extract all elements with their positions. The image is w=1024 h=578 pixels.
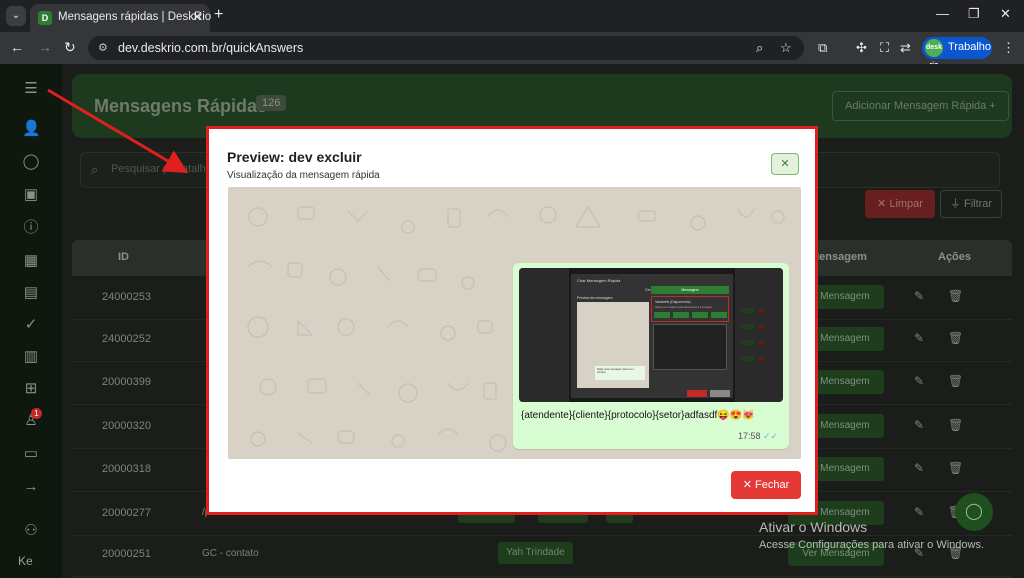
reload-icon[interactable]: ↻ [64,39,76,56]
user-initials[interactable]: Ke [18,554,33,568]
modal-title: Preview: dev excluir [227,149,362,165]
extensions-icon[interactable]: ⧉ [818,40,827,56]
edit-icon[interactable]: ✎ [914,505,924,519]
extension-puzzle-icon[interactable]: ✣ [856,40,867,56]
page-title: Mensagens Rápidas [94,96,268,116]
profile-name: Trabalho [948,41,992,53]
bookmark-star-icon[interactable]: ☆ [780,40,792,56]
edit-icon[interactable]: ✎ [914,461,924,475]
team-icon[interactable]: ⚇ [22,522,40,540]
tab-search-icon[interactable]: ⌄ [6,6,26,26]
col-id: ID [118,251,129,263]
row-id: 20000251 [102,548,151,560]
delete-icon[interactable]: 🗑 [948,374,963,388]
edit-icon[interactable]: ✎ [914,374,924,388]
read-ticks-icon: ✓✓ [763,431,779,441]
col-message: Mensagem [810,251,867,263]
user-icon[interactable]: 👤 [22,120,41,138]
message-time-value: 17:58 [738,431,761,441]
calendar-icon[interactable]: ▥ [22,348,40,366]
modal-close-icon[interactable]: ✕ [771,153,799,175]
embedded-background-table [519,268,783,402]
restore-icon[interactable]: ❐ [968,6,980,22]
edit-icon[interactable]: ✎ [914,289,924,303]
row-tag-chip[interactable]: Yah Trindade [498,542,573,564]
browser-tab[interactable]: D Mensagens rápidas | DeskRio ✕ [30,4,212,32]
address-bar[interactable]: ⚙ dev.deskrio.com.br/quickAnswers ⌕ ☆ [88,36,804,60]
add-quick-message-button[interactable]: Adicionar Mensagem Rápida + [832,91,1009,121]
kanban-icon[interactable]: ▤ [22,284,40,302]
browser-tab-strip: ⌄ D Mensagens rápidas | DeskRio ✕ + — ❐ … [0,0,1024,32]
minimize-icon[interactable]: — [936,6,949,21]
edit-icon[interactable]: ✎ [914,331,924,345]
col-actions: Ações [938,251,972,263]
tab-close-icon[interactable]: ✕ [192,10,202,24]
tab-title: Mensagens rápidas | DeskRio [58,11,212,23]
transfer-icon[interactable]: → [22,478,40,496]
filter-label: Filtrar [963,198,993,210]
chat-icon[interactable]: ◯ [22,153,40,171]
message-image-attachment[interactable]: Criar Mensagem Rápida Geral Preview da m… [519,268,783,402]
profile-avatar: desk rio [925,39,943,69]
row-id: 20000277 [102,507,151,519]
delete-icon[interactable]: 🗑 [948,461,963,475]
windows-activation-subtitle: Acesse Configurações para ativar o Windo… [759,539,984,551]
dashboard-icon[interactable]: ▦ [22,252,40,270]
chat-fab-button[interactable]: ◯ [955,493,993,531]
modal-subtitle: Visualização da mensagem rápida [227,170,380,181]
browser-toolbar: ← → ↻ ⚙ dev.deskrio.com.br/quickAnswers … [0,32,1024,69]
row-id: 20000318 [102,463,151,475]
sidebar: ☰ 👤 ◯ ▣ ⓘ ▦ ▤ ✓ ▥ ⊞ ♙ 1 ▭ → ⚇ Ke [0,64,62,578]
window-close-icon[interactable]: ✕ [1000,6,1011,22]
contacts-icon[interactable]: ▣ [22,186,40,204]
row-description: GC - contato [202,548,259,559]
incognito-icon[interactable]: ⛶ [880,40,889,56]
message-time: 17:58 ✓✓ [738,431,778,442]
windows-activation-title: Ativar o Windows [759,519,868,535]
row-id: 24000253 [102,291,151,303]
zoom-icon[interactable]: ⌕ [756,40,763,56]
filter-button[interactable]: ⏚ Filtrar [940,190,1002,218]
chat-preview-area: Criar Mensagem Rápida Geral Preview da m… [228,187,801,459]
message-text: {atendente}{cliente}{protocolo}{setor}ad… [521,410,755,421]
add-message-icon[interactable]: ⊞ [22,380,40,398]
alert-icon[interactable]: ⓘ [22,219,40,237]
url-text: dev.deskrio.com.br/quickAnswers [118,41,304,55]
delete-icon[interactable]: 🗑 [948,289,963,303]
message-bubble: Criar Mensagem Rápida Geral Preview da m… [513,263,789,449]
clear-filter-button[interactable]: ✕ Limpar [865,190,935,218]
message-count-badge: 126 [256,95,287,111]
row-id: 24000252 [102,333,151,345]
forward-icon[interactable]: → [38,39,52,55]
menu-hamburger-icon[interactable]: ☰ [22,80,40,98]
search-icon: ⌕ [91,162,99,177]
check-icon[interactable]: ✓ [22,316,40,334]
row-id: 20000320 [102,420,151,432]
back-icon[interactable]: ← [10,39,24,55]
quick-answers-icon[interactable]: ▭ [22,445,40,463]
delete-icon[interactable]: 🗑 [948,331,963,345]
profile-button[interactable]: desk rio Trabalho [922,37,992,69]
deskrio-favicon-icon: D [38,11,52,25]
new-tab-icon[interactable]: + [214,6,223,24]
edit-icon[interactable]: ✎ [914,418,924,432]
translate-icon[interactable]: ⇄ [900,40,911,56]
notification-badge: 1 [31,408,42,419]
row-id: 20000399 [102,376,151,388]
close-preview-button[interactable]: ✕ Fechar [731,471,801,499]
filter-icon: ⏚ [949,198,964,210]
browser-menu-icon[interactable]: ⋮ [1002,40,1015,56]
delete-icon[interactable]: 🗑 [948,418,963,432]
preview-modal: Preview: dev excluir Visualização da men… [206,126,818,515]
site-info-icon[interactable]: ⚙ [98,41,108,54]
